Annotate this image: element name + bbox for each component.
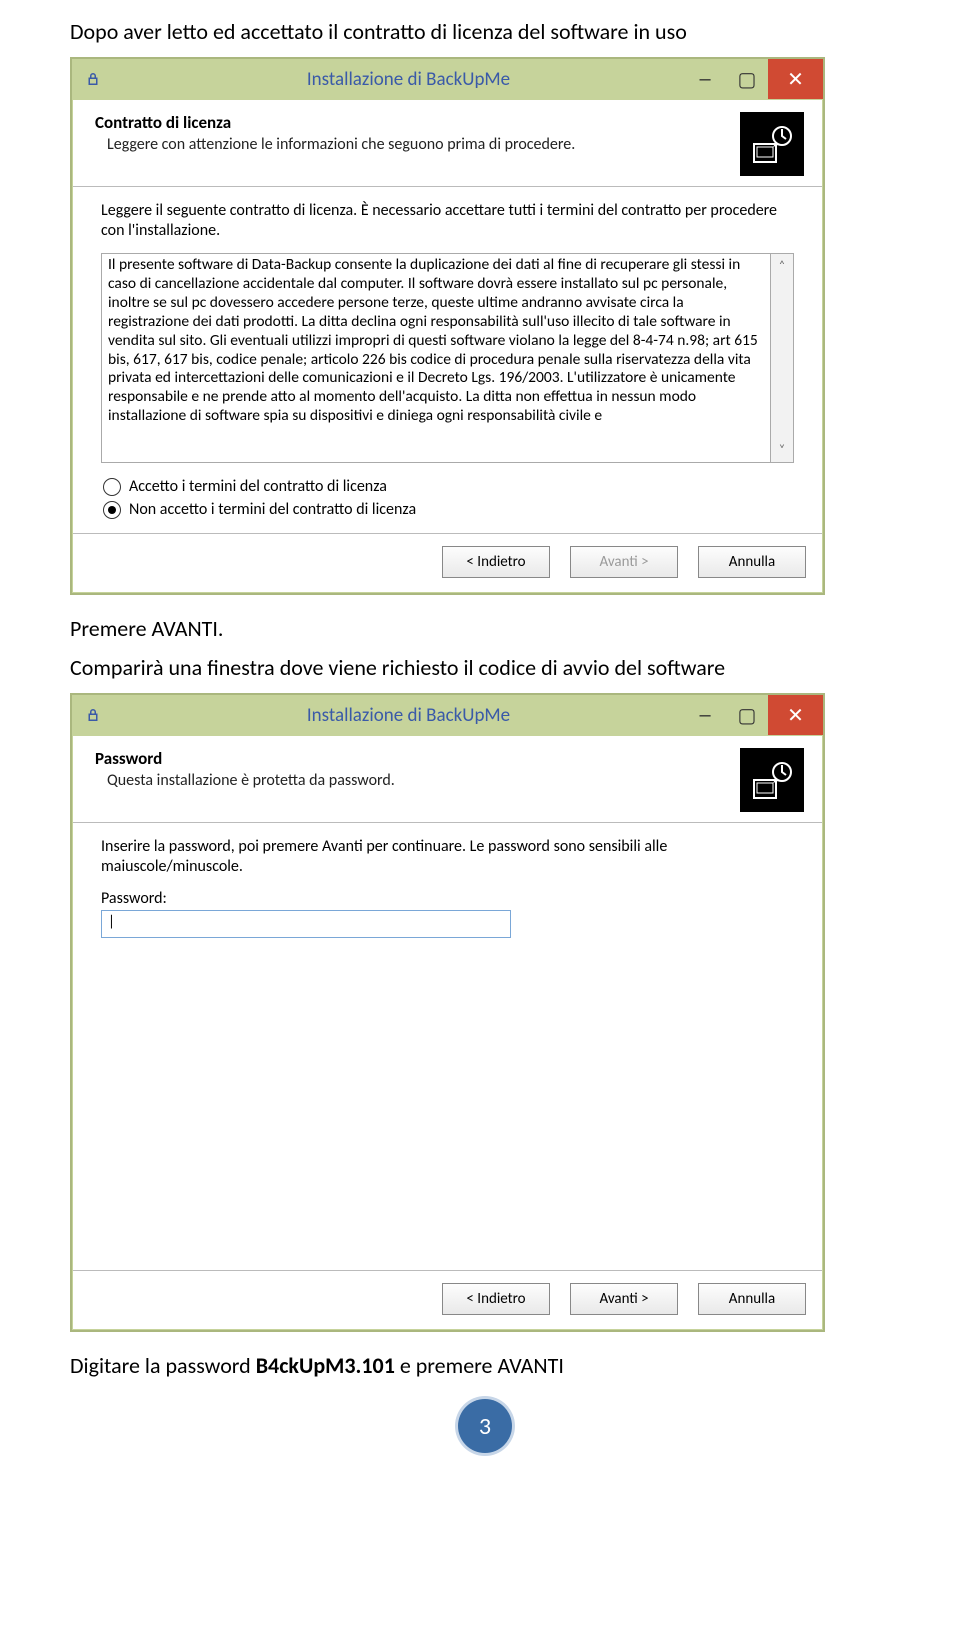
minimize-button[interactable]: – bbox=[684, 695, 726, 735]
radio-accept[interactable]: Accetto i termini del contratto di licen… bbox=[103, 477, 794, 496]
doc-final-line: Digitare la password B4ckUpM3.101 e prem… bbox=[70, 1352, 900, 1379]
header-subtitle: Questa installazione è protetta da passw… bbox=[95, 771, 740, 790]
installer-icon bbox=[740, 112, 804, 176]
installer-window-password: Installazione di BackUpMe – ▢ ✕ Password… bbox=[70, 693, 825, 1332]
doc-intro-1: Dopo aver letto ed accettato il contratt… bbox=[70, 18, 900, 45]
scroll-up-icon[interactable]: ˄ bbox=[771, 254, 793, 278]
next-button[interactable]: Avanti > bbox=[570, 1283, 678, 1315]
header-area: Password Questa installazione è protetta… bbox=[73, 736, 822, 823]
scrollbar[interactable]: ˄ ˅ bbox=[770, 253, 794, 463]
final-suffix: e premere AVANTI bbox=[395, 1352, 564, 1379]
app-icon bbox=[82, 68, 104, 90]
window-controls: – ▢ ✕ bbox=[684, 695, 823, 735]
license-intro: Leggere il seguente contratto di licenza… bbox=[101, 201, 794, 241]
close-button[interactable]: ✕ bbox=[768, 59, 823, 99]
maximize-button[interactable]: ▢ bbox=[726, 59, 768, 99]
header-title: Password bbox=[95, 748, 740, 769]
license-textbox[interactable]: Il presente software di Data-Backup cons… bbox=[101, 253, 770, 463]
doc-line-2: Premere AVANTI. bbox=[70, 615, 900, 642]
radio-accept-label: Accetto i termini del contratto di licen… bbox=[129, 477, 387, 496]
radio-reject[interactable]: Non accetto i termini del contratto di l… bbox=[103, 500, 794, 519]
radio-icon-checked bbox=[103, 501, 121, 519]
cancel-button[interactable]: Annulla bbox=[698, 1283, 806, 1315]
password-intro: Inserire la password, poi premere Avanti… bbox=[101, 837, 794, 877]
titlebar: Installazione di BackUpMe – ▢ ✕ bbox=[72, 695, 823, 735]
next-button[interactable]: Avanti > bbox=[570, 546, 678, 578]
installer-body: Contratto di licenza Leggere con attenzi… bbox=[73, 100, 822, 592]
app-icon bbox=[82, 704, 104, 726]
titlebar: Installazione di BackUpMe – ▢ ✕ bbox=[72, 59, 823, 99]
content-area: Inserire la password, poi premere Avanti… bbox=[73, 823, 822, 1270]
final-password: B4ckUpM3.101 bbox=[256, 1352, 395, 1379]
button-bar: < Indietro Avanti > Annulla bbox=[73, 1270, 822, 1329]
maximize-button[interactable]: ▢ bbox=[726, 695, 768, 735]
installer-body: Password Questa installazione è protetta… bbox=[73, 736, 822, 1329]
header-subtitle: Leggere con attenzione le informazioni c… bbox=[95, 135, 740, 154]
window-controls: – ▢ ✕ bbox=[684, 59, 823, 99]
header-area: Contratto di licenza Leggere con attenzi… bbox=[73, 100, 822, 187]
final-prefix: Digitare la password bbox=[70, 1352, 256, 1379]
password-label: Password: bbox=[101, 889, 794, 908]
doc-line-3: Comparirà una finestra dove viene richie… bbox=[70, 654, 900, 681]
password-input[interactable]: | bbox=[101, 910, 511, 938]
radio-reject-label: Non accetto i termini del contratto di l… bbox=[129, 500, 416, 519]
button-bar: < Indietro Avanti > Annulla bbox=[73, 533, 822, 592]
page-number: 3 bbox=[458, 1399, 512, 1453]
content-area: Leggere il seguente contratto di licenza… bbox=[73, 187, 822, 533]
close-button[interactable]: ✕ bbox=[768, 695, 823, 735]
header-title: Contratto di licenza bbox=[95, 112, 740, 133]
back-button[interactable]: < Indietro bbox=[442, 1283, 550, 1315]
radio-icon bbox=[103, 478, 121, 496]
minimize-button[interactable]: – bbox=[684, 59, 726, 99]
scroll-track[interactable] bbox=[771, 278, 793, 438]
back-button[interactable]: < Indietro bbox=[442, 546, 550, 578]
installer-icon bbox=[740, 748, 804, 812]
installer-window-license: Installazione di BackUpMe – ▢ ✕ Contratt… bbox=[70, 57, 825, 595]
cancel-button[interactable]: Annulla bbox=[698, 546, 806, 578]
scroll-down-icon[interactable]: ˅ bbox=[771, 438, 793, 462]
